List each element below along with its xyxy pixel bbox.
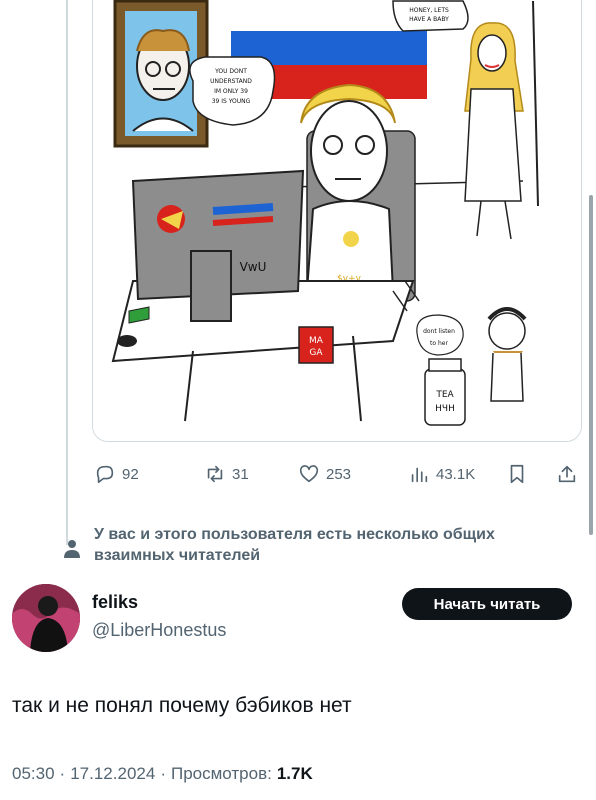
thread-line	[66, 0, 68, 545]
follow-button[interactable]: Начать читать	[402, 588, 572, 620]
share-icon	[558, 465, 576, 483]
tweet-action-bar: 92 31 253 43.1K	[92, 456, 588, 492]
views-total: 1.7K	[276, 764, 313, 783]
repost-button[interactable]: 31	[204, 456, 249, 492]
meta-separator: ·	[160, 764, 166, 783]
views-label: Просмотров:	[170, 764, 272, 783]
tweet-text: так и не понял почему бэбиков нет	[12, 694, 352, 717]
tweet-meta: 05:30 · 17.12.2024 · Просмотров: 1.7K	[12, 764, 313, 784]
svg-text:39 IS YOUNG: 39 IS YOUNG	[212, 98, 251, 105]
svg-text:VwU: VwU	[240, 260, 267, 274]
person-icon	[64, 540, 80, 558]
like-button[interactable]: 253	[298, 456, 351, 492]
svg-text:HONEY, LETS: HONEY, LETS	[409, 7, 449, 14]
svg-text:HAVE A BABY: HAVE A BABY	[409, 16, 449, 23]
svg-text:YOU DONT: YOU DONT	[214, 68, 247, 75]
meta-separator: ·	[59, 764, 66, 783]
social-context-text: У вас и этого пользователя есть нескольк…	[94, 526, 495, 564]
svg-text:GA: GA	[309, 348, 323, 358]
bookmark-icon	[510, 464, 524, 484]
analytics-icon	[411, 467, 428, 483]
speech-bubble-wife: HONEY, LETS HAVE A BABY	[392, 0, 469, 32]
media-image[interactable]: HONEY, LETS HAVE A BABY YOU DONT UNDERST…	[92, 0, 582, 442]
scrollbar[interactable]	[589, 195, 593, 535]
social-context: У вас и этого пользователя есть нескольк…	[62, 524, 542, 566]
small-man-figure	[487, 307, 527, 402]
svg-text:dont listen: dont listen	[423, 328, 455, 335]
avatar[interactable]	[12, 584, 80, 652]
tweet-date[interactable]: 17.12.2024	[70, 764, 155, 784]
like-count: 253	[326, 465, 352, 483]
repost-count: 31	[232, 465, 249, 483]
maga-mug: MA GA	[298, 326, 334, 364]
svg-text:UNDERSTAND: UNDERSTAND	[210, 78, 252, 85]
views-count: 43.1K	[436, 465, 476, 483]
views-button[interactable]: 43.1K	[408, 456, 475, 492]
svg-text:to her: to her	[430, 340, 448, 347]
reply-button[interactable]: 92	[94, 456, 139, 492]
speech-bubble-small: dont listen to her	[416, 314, 464, 356]
svg-text:НЧН: НЧН	[435, 404, 455, 414]
author-display-name[interactable]: feliks	[92, 592, 138, 613]
repost-icon	[207, 465, 223, 483]
author-handle[interactable]: @LiberHonestus	[92, 620, 226, 641]
svg-text:MA: MA	[309, 336, 324, 346]
bookmark-button[interactable]	[506, 456, 528, 492]
speech-bubble-portrait: YOU DONT UNDERSTAND IM ONLY 39 39 IS YOU…	[189, 56, 276, 126]
avatar-image	[12, 584, 80, 652]
svg-text:IM ONLY 39: IM ONLY 39	[214, 88, 248, 95]
tweet-time[interactable]: 05:30	[12, 764, 55, 784]
heart-icon	[299, 465, 319, 483]
reply-icon	[96, 465, 114, 484]
share-button[interactable]	[556, 456, 578, 492]
tea-jar: TEA НЧН	[424, 358, 466, 426]
svg-text:TEA: TEA	[435, 390, 454, 400]
reply-count: 92	[122, 465, 139, 483]
